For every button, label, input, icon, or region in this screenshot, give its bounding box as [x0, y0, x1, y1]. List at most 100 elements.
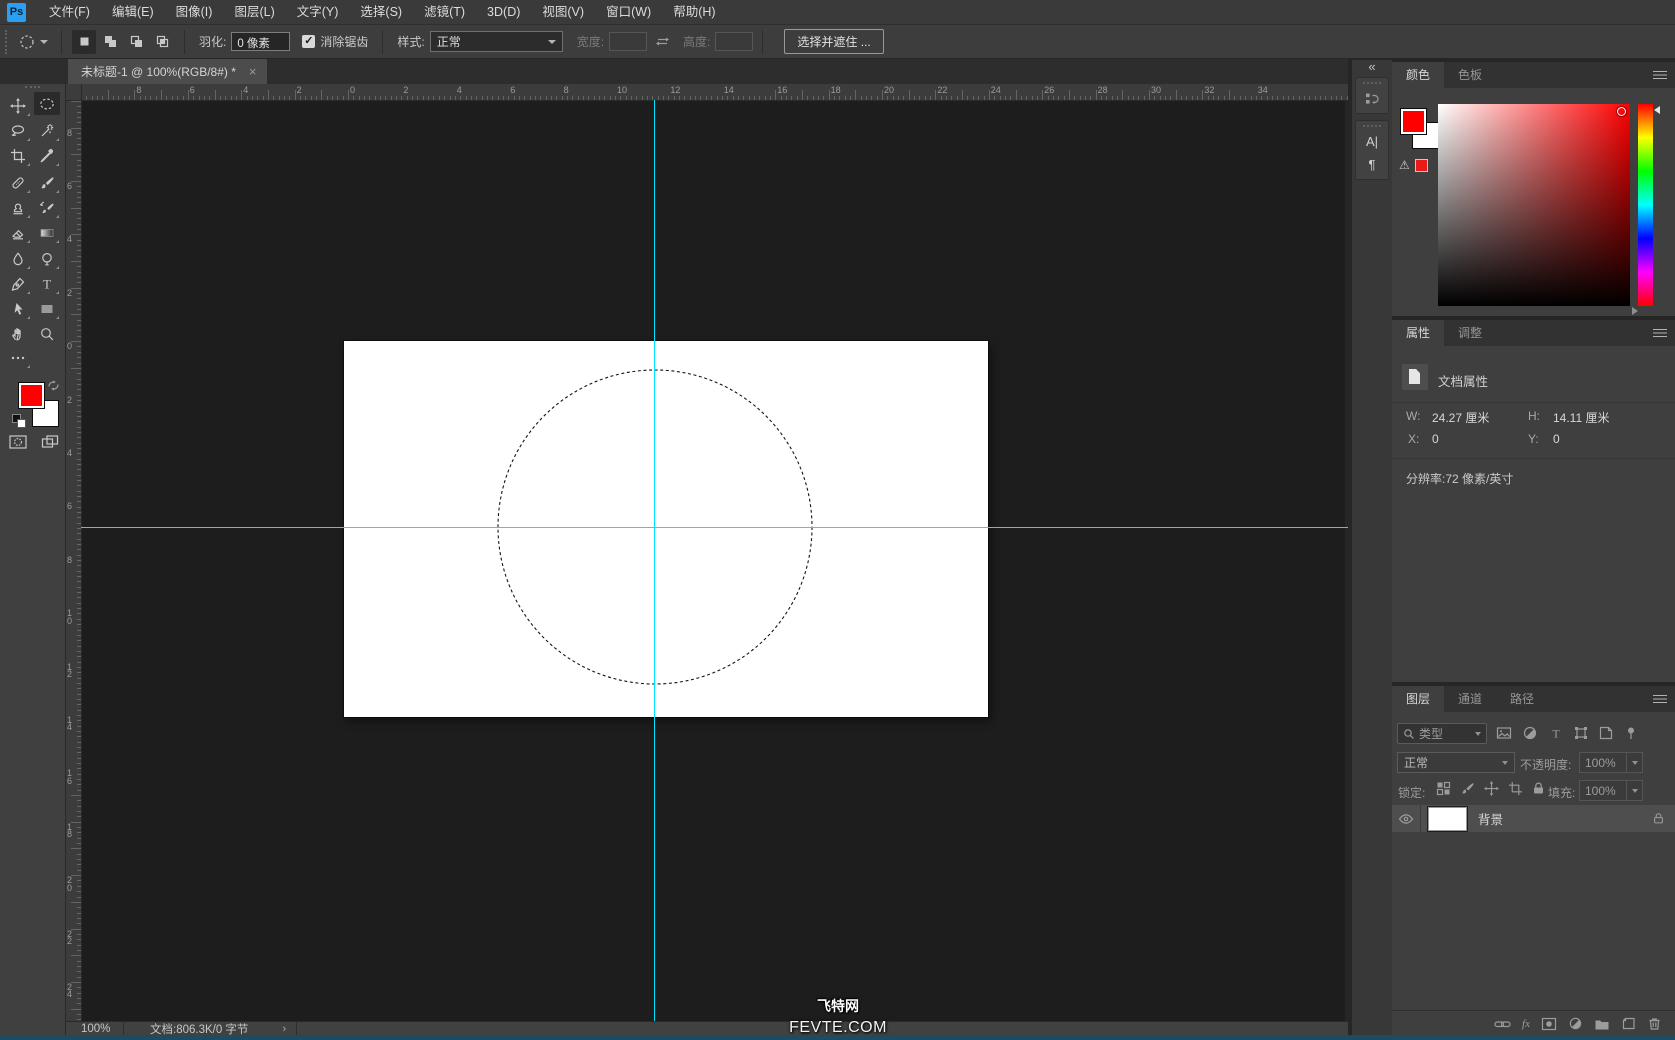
blend-mode-select[interactable]: 正常 — [1397, 752, 1515, 773]
document-tab[interactable]: 未标题-1 @ 100%(RGB/8#) * × — [68, 59, 267, 84]
paragraph-panel-icon[interactable]: ¶ — [1356, 153, 1388, 176]
lock-transparency-button[interactable] — [1436, 781, 1451, 796]
filter-shape-icon[interactable] — [1573, 725, 1589, 741]
canvas-viewport[interactable]: 飞特网 — [81, 100, 1348, 1022]
antialias-checkbox[interactable]: ✓ — [302, 35, 316, 48]
new-adjustment-layer-button[interactable] — [1568, 1016, 1583, 1031]
style-select[interactable]: 正常 — [429, 31, 563, 52]
layer-thumbnail[interactable] — [1427, 805, 1468, 832]
lock-position-button[interactable] — [1484, 781, 1499, 796]
elliptical-marquee-tool[interactable] — [34, 92, 60, 115]
menu-item-10[interactable]: 窗口(W) — [595, 0, 662, 24]
chevron-down-icon[interactable] — [1626, 781, 1642, 800]
menu-item-1[interactable]: 文件(F) — [38, 0, 101, 24]
tool-preset-dropdown[interactable] — [19, 34, 48, 50]
menu-item-11[interactable]: 帮助(H) — [662, 0, 726, 24]
layer-style-button[interactable]: fx — [1522, 1018, 1530, 1030]
lasso-tool[interactable] — [5, 119, 31, 142]
tab-图层[interactable]: 图层 — [1392, 686, 1445, 712]
zoom-tool[interactable] — [34, 322, 60, 345]
filter-smart-object-icon[interactable] — [1598, 725, 1614, 741]
hue-slider-arrow[interactable] — [1654, 106, 1660, 114]
swap-colors-icon[interactable] — [47, 379, 60, 397]
vertical-ruler[interactable]: 8 6 4 2 0 2 4 6 8 1 0 1 2 1 4 1 6 1 8 2 0 2 2 2 4 — [65, 100, 82, 1022]
subtract-selection-button[interactable] — [124, 30, 148, 54]
new-layer-button[interactable] — [1621, 1016, 1636, 1031]
tab-路径[interactable]: 路径 — [1496, 686, 1548, 712]
tab-调整[interactable]: 调整 — [1444, 320, 1496, 346]
brush-tool[interactable] — [34, 171, 60, 194]
character-panel-icon[interactable]: A| — [1356, 130, 1388, 153]
spot-healing-brush-tool[interactable] — [5, 171, 31, 194]
dodge-tool[interactable] — [34, 247, 60, 270]
filter-image-icon[interactable] — [1496, 725, 1512, 741]
lock-all-button[interactable] — [1531, 781, 1546, 796]
hand-tool[interactable] — [5, 322, 31, 345]
tab-颜色[interactable]: 颜色 — [1392, 62, 1445, 88]
visibility-toggle[interactable] — [1392, 805, 1421, 832]
gamut-color-chip[interactable] — [1415, 159, 1428, 172]
ruler-corner[interactable] — [65, 84, 82, 101]
filter-toggle-icon[interactable] — [1623, 725, 1639, 741]
horizontal-ruler[interactable]: 8 6 4 2 0 2 4 6 8 10 12 14 16 18 20 22 24 26 28 30 32 34 — [81, 84, 1348, 101]
history-brush-tool[interactable] — [34, 196, 60, 219]
add-selection-button[interactable] — [98, 30, 122, 54]
toolbar-grip[interactable] — [25, 86, 40, 88]
move-tool[interactable] — [5, 94, 31, 117]
filter-type-icon[interactable]: T — [1548, 725, 1564, 741]
menu-item-9[interactable]: 视图(V) — [531, 0, 595, 24]
screen-mode-button[interactable] — [41, 434, 59, 455]
layer-row[interactable]: 背景 — [1392, 805, 1675, 832]
lock-artboard-button[interactable] — [1508, 781, 1523, 796]
delete-layer-button[interactable] — [1647, 1016, 1662, 1031]
rectangle-tool[interactable] — [34, 297, 60, 320]
eyedropper-tool[interactable] — [34, 144, 60, 167]
edit-toolbar[interactable] — [5, 346, 31, 369]
document-info-box[interactable]: 文档:806.3K/0 字节 › — [123, 1022, 298, 1036]
eraser-tool[interactable] — [5, 221, 31, 244]
fill-field[interactable]: 100% — [1579, 780, 1643, 801]
foreground-color-swatch[interactable] — [18, 382, 45, 409]
menu-item-2[interactable]: 编辑(E) — [101, 0, 165, 24]
menu-item-3[interactable]: 图像(I) — [165, 0, 224, 24]
options-grip[interactable] — [5, 29, 10, 54]
add-mask-button[interactable] — [1541, 1017, 1557, 1031]
link-layers-button[interactable] — [1494, 1017, 1511, 1031]
close-tab-icon[interactable]: × — [249, 65, 257, 78]
feather-input[interactable]: 0 像素 — [231, 32, 291, 51]
crop-tool[interactable] — [5, 144, 31, 167]
intersect-selection-button[interactable] — [150, 30, 174, 54]
pen-tool[interactable] — [5, 272, 31, 295]
height-input[interactable] — [715, 32, 754, 51]
lock-pixels-button[interactable] — [1460, 781, 1475, 796]
menu-item-5[interactable]: 文字(Y) — [286, 0, 350, 24]
new-group-button[interactable] — [1594, 1017, 1610, 1031]
vertical-guide[interactable] — [654, 100, 655, 1022]
hue-slider[interactable] — [1638, 104, 1653, 306]
zoom-level-field[interactable]: 100% — [81, 1023, 123, 1035]
tab-属性[interactable]: 属性 — [1392, 320, 1445, 346]
filter-adjustment-icon[interactable] — [1522, 725, 1538, 741]
type-tool[interactable]: T — [34, 272, 60, 295]
panel-menu-icon[interactable] — [1653, 695, 1667, 703]
swap-dimensions-icon[interactable] — [655, 35, 670, 48]
blur-tool[interactable] — [5, 247, 31, 270]
menu-item-7[interactable]: 滤镜(T) — [413, 0, 476, 24]
menu-item-8[interactable]: 3D(D) — [476, 0, 531, 24]
clone-stamp-tool[interactable] — [5, 196, 31, 219]
horizontal-guide[interactable] — [81, 527, 1348, 528]
opacity-field[interactable]: 100% — [1579, 752, 1643, 773]
chevron-down-icon[interactable] — [1626, 753, 1642, 772]
saturation-brightness-field[interactable] — [1438, 104, 1630, 306]
collapse-panels-button[interactable]: « — [1352, 60, 1392, 75]
select-and-mask-button[interactable]: 选择并遮住 ... — [784, 29, 884, 54]
status-chevron-icon[interactable]: › — [282, 1023, 286, 1035]
color-cursor[interactable] — [1617, 107, 1626, 116]
width-input[interactable] — [609, 32, 648, 51]
path-selection-tool[interactable] — [5, 297, 31, 320]
layer-filter-select[interactable]: 类型 — [1397, 723, 1487, 744]
magic-wand-tool[interactable] — [34, 119, 60, 142]
default-colors-icon[interactable] — [12, 414, 26, 428]
quick-mask-button[interactable] — [9, 434, 27, 455]
new-selection-button[interactable] — [72, 29, 96, 54]
